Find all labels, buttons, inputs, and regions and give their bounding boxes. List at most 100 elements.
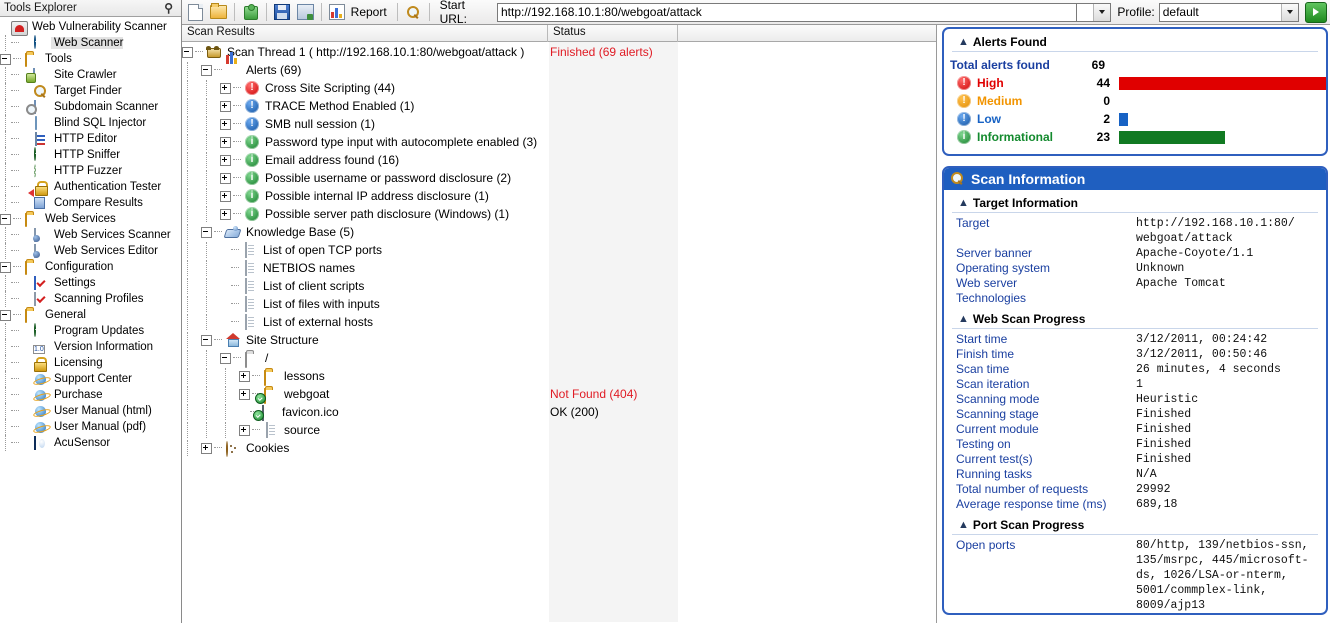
info-row-label[interactable]: Current module — [956, 422, 1136, 437]
chevron-up-icon[interactable]: ▲ — [958, 36, 969, 48]
sidebar-item-blind-sql-injector[interactable]: Blind SQL Injector — [0, 115, 181, 131]
scan-tree-row[interactable]: favicon.ico OK (200) — [182, 403, 936, 421]
info-row-label[interactable]: Testing on — [956, 437, 1136, 452]
scan-tree-row[interactable]: ! SMB null session (1) — [182, 115, 936, 133]
search-icon[interactable] — [403, 2, 424, 23]
sidebar-item-target-finder[interactable]: Target Finder — [0, 83, 181, 99]
column-header-status[interactable]: Status — [548, 25, 678, 42]
expander-plus-icon[interactable] — [220, 100, 231, 112]
scan-tree-row[interactable]: Scan Thread 1 ( http://192.168.10.1:80/w… — [182, 43, 936, 61]
scan-tree-row[interactable]: Cookies — [182, 439, 936, 457]
info-row-label[interactable]: Server banner — [956, 246, 1136, 261]
info-row-label[interactable]: Scan time — [956, 362, 1136, 377]
expander-plus-icon[interactable] — [220, 190, 231, 202]
sidebar-item-support-center[interactable]: Support Center — [0, 371, 181, 387]
scan-tree-row[interactable]: Knowledge Base (5) — [182, 223, 936, 241]
open-icon[interactable] — [208, 2, 229, 23]
info-row-label[interactable]: Running tasks — [956, 467, 1136, 482]
info-row-label[interactable]: Start time — [956, 332, 1136, 347]
sidebar-item-program-updates[interactable]: Program Updates — [0, 323, 181, 339]
start-url-input[interactable] — [496, 2, 1077, 22]
scan-tree-row[interactable]: Site Structure — [182, 331, 936, 349]
sidebar-item-site-crawler[interactable]: Site Crawler — [0, 67, 181, 83]
sidebar-item-acusensor[interactable]: AcuSensor — [0, 435, 181, 451]
expander-minus-icon[interactable] — [201, 64, 212, 76]
expander-minus-icon[interactable] — [0, 53, 11, 65]
sidebar-item-version-information[interactable]: 1.0 Version Information — [0, 339, 181, 355]
info-row-label[interactable]: Current test(s) — [956, 452, 1136, 467]
info-row-label[interactable]: Average response time (ms) — [956, 497, 1136, 512]
expander-plus-icon[interactable] — [239, 388, 250, 400]
info-row-label[interactable]: Open ports — [956, 538, 1136, 613]
new-scan-icon[interactable] — [185, 2, 206, 23]
scan-tree-row[interactable]: i Password type input with autocomplete e… — [182, 133, 936, 151]
info-row-label[interactable]: Scanning stage — [956, 407, 1136, 422]
scan-tree-row[interactable]: i Possible internal IP address disclosure… — [182, 187, 936, 205]
expander-minus-icon[interactable] — [0, 261, 11, 273]
column-header-scan-results[interactable]: Scan Results — [182, 25, 548, 42]
sidebar-item-scanning-profiles[interactable]: Scanning Profiles — [0, 291, 181, 307]
info-row-label[interactable]: Scan iteration — [956, 377, 1136, 392]
scan-tree-row[interactable]: List of client scripts — [182, 277, 936, 295]
scan-tree-row[interactable]: / — [182, 349, 936, 368]
scan-tree-row[interactable]: ! TRACE Method Enabled (1) — [182, 97, 936, 115]
info-row-label[interactable]: Scanning mode — [956, 392, 1136, 407]
scan-tree-row[interactable]: source — [182, 421, 936, 439]
web-scan-progress-title-row[interactable]: ▲ Web Scan Progress — [952, 310, 1318, 329]
scan-tree-row[interactable]: NETBIOS names — [182, 259, 936, 277]
scan-tree-row[interactable]: i Possible server path disclosure (Window… — [182, 205, 936, 223]
sidebar-item-configuration[interactable]: Configuration — [0, 259, 181, 275]
expander-minus-icon[interactable] — [182, 46, 193, 58]
expander-minus-icon[interactable] — [201, 334, 212, 346]
scan-tree-row[interactable]: List of open TCP ports — [182, 241, 936, 259]
scan-tree-row[interactable]: Alerts (69) — [182, 52, 936, 79]
scan-tree-row[interactable]: i Email address found (16) — [182, 151, 936, 169]
expander-minus-icon[interactable] — [201, 226, 212, 238]
expander-plus-icon[interactable] — [220, 172, 231, 184]
scan-tree-row[interactable]: i Possible username or password disclosur… — [182, 169, 936, 187]
expander-plus-icon[interactable] — [220, 154, 231, 166]
info-row-label[interactable]: Target — [956, 216, 1136, 246]
sidebar-item-http-sniffer[interactable]: HTTP Sniffer — [0, 147, 181, 163]
sidebar-item-purchase[interactable]: Purchase — [0, 387, 181, 403]
expander-plus-icon[interactable] — [220, 118, 231, 130]
scan-tree-row[interactable]: List of files with inputs — [182, 295, 936, 313]
info-row-label[interactable]: Total number of requests — [956, 482, 1136, 497]
expander-minus-icon[interactable] — [220, 352, 231, 364]
expander-plus-icon[interactable] — [220, 136, 231, 148]
sidebar-item-tools[interactable]: Tools — [0, 51, 181, 67]
scan-tree-row[interactable]: webgoat Not Found (404) — [182, 385, 936, 404]
expander-plus-icon[interactable] — [239, 424, 250, 436]
expander-plus-icon[interactable] — [220, 82, 231, 94]
expander-minus-icon[interactable] — [0, 309, 11, 321]
save-as-icon[interactable] — [295, 2, 316, 23]
profile-dropdown[interactable]: default — [1158, 2, 1299, 22]
sidebar-item-subdomain-scanner[interactable]: Subdomain Scanner — [0, 99, 181, 115]
sidebar-item-http-editor[interactable]: HTTP Editor — [0, 131, 181, 147]
sidebar-item-compare-results[interactable]: Compare Results — [0, 195, 181, 211]
sidebar-item-web-services-scanner[interactable]: Web Services Scanner — [0, 227, 181, 243]
alerts-found-title-row[interactable]: ▲ Alerts Found — [952, 33, 1318, 52]
sidebar-item-web-scanner[interactable]: Web Scanner — [0, 35, 181, 51]
sidebar-item-settings[interactable]: Settings — [0, 275, 181, 291]
target-information-title-row[interactable]: ▲ Target Information — [952, 194, 1318, 213]
addon-icon[interactable] — [240, 2, 261, 23]
info-row-label[interactable]: Technologies — [956, 291, 1136, 306]
scan-tree-row[interactable]: lessons — [182, 367, 936, 386]
sidebar-item-http-fuzzer[interactable]: HTTP Fuzzer — [0, 163, 181, 179]
pin-icon[interactable]: ⚲ — [164, 1, 177, 15]
sidebar-item-licensing[interactable]: Licensing — [0, 355, 181, 371]
expander-plus-icon[interactable] — [220, 208, 231, 220]
info-row-label[interactable]: Finish time — [956, 347, 1136, 362]
info-row-label[interactable]: Operating system — [956, 261, 1136, 276]
chevron-up-icon[interactable]: ▲ — [958, 197, 969, 209]
scan-tree-row[interactable]: ! Cross Site Scripting (44) — [182, 79, 936, 97]
expander-plus-icon[interactable] — [201, 442, 212, 454]
port-scan-progress-title-row[interactable]: ▲ Port Scan Progress — [952, 516, 1318, 535]
sidebar-item-web-services[interactable]: Web Services — [0, 211, 181, 227]
report-icon[interactable] — [327, 2, 348, 23]
expander-minus-icon[interactable] — [0, 213, 11, 225]
report-button-label[interactable]: Report — [349, 5, 393, 19]
info-row-label[interactable]: Web server — [956, 276, 1136, 291]
save-icon[interactable] — [272, 2, 293, 23]
